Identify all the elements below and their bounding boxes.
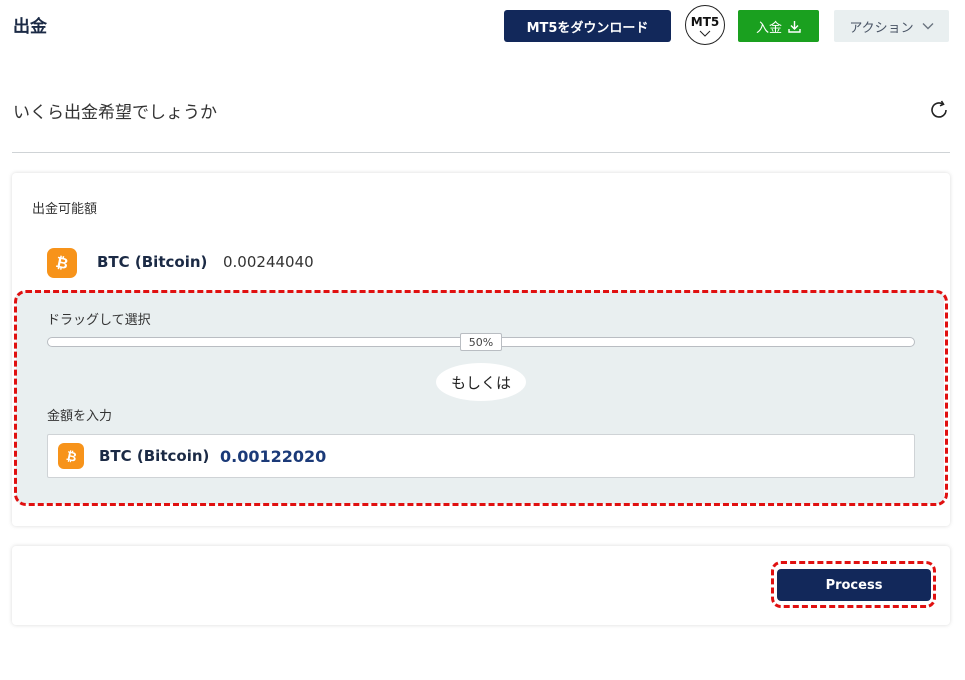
process-label: Process [825, 577, 883, 593]
withdrawal-page: 出金 MT5をダウンロード MT5 入金 アクション いくら出金希望でしょうか … [0, 0, 965, 680]
header: 出金 MT5をダウンロード MT5 入金 アクション [0, 0, 965, 50]
mt5-download-label: MT5をダウンロード [526, 20, 649, 36]
enter-amount-label: 金額を入力 [47, 409, 113, 424]
svg-text:₿: ₿ [64, 448, 77, 464]
mt5-badge-label: MT5 [690, 14, 720, 29]
slider-percent-label: 50% [468, 335, 494, 349]
withdrawal-question: いくら出金希望でしょうか [13, 103, 217, 123]
amount-input[interactable] [216, 436, 906, 476]
action-dropdown[interactable]: アクション [834, 10, 949, 42]
amount-input-group: ₿ BTC (Bitcoin) [47, 434, 915, 478]
page-title: 出金 [13, 17, 47, 37]
action-card: Process [12, 546, 950, 625]
chevron-down-icon [922, 23, 934, 30]
mt5-download-button[interactable]: MT5をダウンロード [504, 10, 671, 42]
divider [12, 152, 950, 153]
available-currency-name: BTC (Bitcoin) [97, 253, 208, 271]
refresh-icon[interactable] [928, 99, 950, 121]
deposit-button[interactable]: 入金 [738, 10, 819, 42]
action-label: アクション [849, 20, 914, 36]
or-separator: もしくは [436, 363, 526, 401]
deposit-label: 入金 [755, 20, 782, 36]
chevron-down-icon [699, 30, 711, 37]
mt5-platform-menu[interactable]: MT5 [685, 5, 725, 45]
bitcoin-icon: ₿ [47, 248, 77, 278]
available-amount-label: 出金可能額 [32, 202, 98, 217]
amount-currency-name: BTC (Bitcoin) [99, 447, 210, 465]
amount-slider-thumb[interactable]: 50% [460, 333, 502, 351]
bitcoin-icon: ₿ [58, 443, 84, 469]
svg-text:₿: ₿ [54, 253, 70, 273]
download-icon [788, 20, 801, 33]
drag-select-label: ドラッグして選択 [47, 313, 151, 328]
withdrawal-card: 出金可能額 ₿ BTC (Bitcoin) 0.00244040 ドラッグして選… [12, 173, 950, 526]
process-button[interactable]: Process [777, 569, 931, 601]
available-amount-value: 0.00244040 [223, 253, 314, 271]
amount-selection-panel: ドラッグして選択 50% もしくは 金額を入力 ₿ BTC (Bitcoin) [16, 291, 944, 504]
